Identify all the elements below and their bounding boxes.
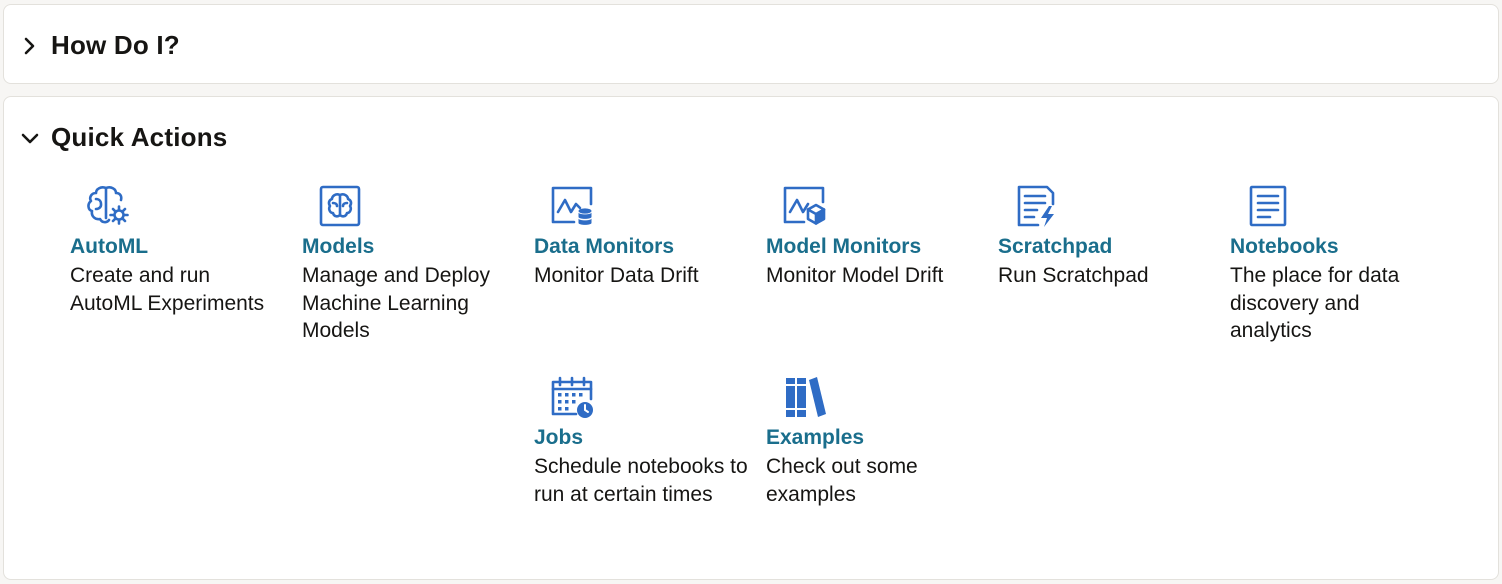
action-description: The place for data discovery and analyti… — [1230, 264, 1400, 342]
how-do-i-title: How Do I? — [51, 30, 180, 60]
notebook-icon — [1249, 185, 1287, 227]
calendar-clock-icon — [551, 376, 593, 418]
quick-actions-title: Quick Actions — [51, 122, 228, 152]
action-title: AutoML — [70, 235, 149, 258]
action-model-monitors[interactable]: Model Monitors Monitor Model Drift — [766, 182, 981, 290]
document-bolt-icon — [1017, 185, 1055, 227]
action-description: Run Scratchpad — [998, 264, 1149, 287]
action-title: Jobs — [534, 426, 584, 449]
action-title: Data Monitors — [534, 235, 675, 258]
action-description: Check out some examples — [766, 455, 918, 506]
chevron-down-icon — [18, 126, 42, 150]
chevron-right-icon — [18, 34, 42, 58]
action-data-monitors[interactable]: Data Monitors Monitor Data Drift — [534, 182, 749, 290]
action-examples[interactable]: Examples Check out some examples — [766, 373, 981, 508]
quick-actions-toggle[interactable]: Quick Actions — [18, 122, 227, 153]
action-title: Model Monitors — [766, 235, 922, 258]
action-jobs[interactable]: Jobs Schedule notebooks to run at certai… — [534, 373, 749, 508]
action-title: Models — [302, 235, 375, 258]
brain-gear-icon — [87, 186, 129, 225]
action-scratchpad[interactable]: Scratchpad Run Scratchpad — [998, 182, 1213, 290]
quick-actions-panel: Quick Actions AutoML Create and run Auto… — [3, 96, 1499, 580]
action-models[interactable]: Models Manage and Deploy Machine Learnin… — [302, 182, 517, 345]
action-description: Schedule notebooks to run at certain tim… — [534, 455, 748, 506]
how-do-i-panel: How Do I? — [3, 4, 1499, 84]
library-books-icon — [786, 377, 826, 417]
action-notebooks[interactable]: Notebooks The place for data discovery a… — [1230, 182, 1445, 345]
model-brain-icon — [319, 185, 361, 227]
action-description: Manage and Deploy Machine Learning Model… — [302, 264, 490, 342]
action-description: Monitor Model Drift — [766, 264, 944, 287]
chart-cube-icon — [783, 186, 826, 225]
action-description: Create and run AutoML Experiments — [70, 264, 265, 315]
action-title: Scratchpad — [998, 235, 1113, 258]
action-automl[interactable]: AutoML Create and run AutoML Experiments — [70, 182, 285, 317]
action-title: Notebooks — [1230, 235, 1339, 258]
action-title: Examples — [766, 426, 865, 449]
action-description: Monitor Data Drift — [534, 264, 699, 287]
how-do-i-toggle[interactable]: How Do I? — [18, 30, 180, 61]
chart-database-icon — [551, 186, 593, 225]
